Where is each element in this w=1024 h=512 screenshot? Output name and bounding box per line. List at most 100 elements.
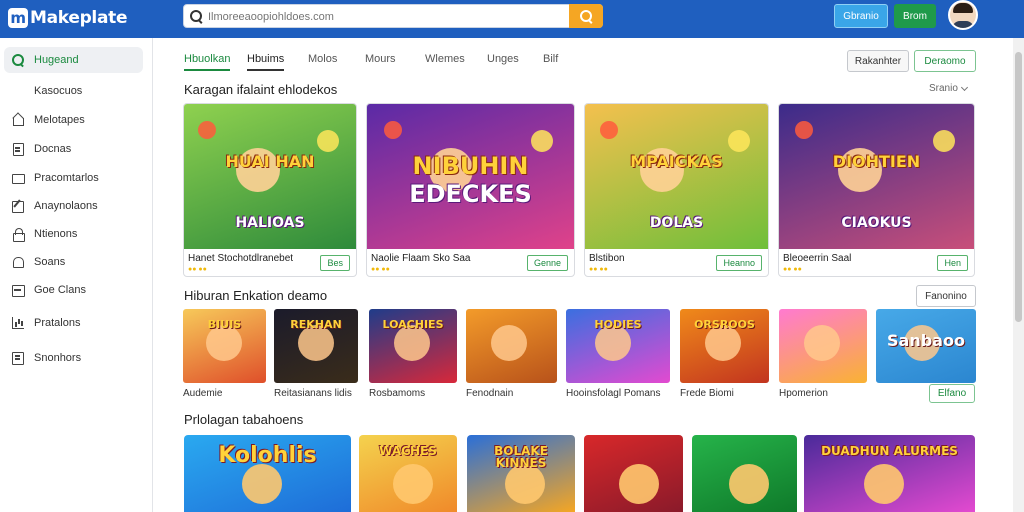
game-art-title: MPAICKAS <box>630 152 723 171</box>
game-tile[interactable]: BIUIS <box>183 309 266 383</box>
tile-art-title: BOLAKE KINNES <box>494 444 548 470</box>
tile-art-title: Sanbaoo <box>887 331 965 350</box>
tab[interactable]: Mours <box>365 53 396 71</box>
tile-label: Rosbamoms <box>369 388 426 399</box>
header-secondary-button[interactable]: Deraomo <box>914 50 976 72</box>
game-art-subtitle: HALIOAS <box>235 215 305 231</box>
sidebar-item-label: Goe Clans <box>34 284 86 296</box>
game-tile[interactable]: HODIES <box>566 309 670 383</box>
play-button[interactable]: Genne <box>526 255 568 271</box>
tile-art-title: DUADHUN ALURMES <box>821 444 958 458</box>
sidebar-item-label: Pratalons <box>34 317 81 329</box>
game-tile[interactable] <box>779 309 867 383</box>
tab[interactable]: Molos <box>308 53 337 71</box>
search-icon <box>12 54 24 66</box>
game-tile[interactable]: Sanbaoo <box>876 309 976 383</box>
chart-icon <box>12 317 24 329</box>
tile-art-title: Kolohlis <box>218 443 317 468</box>
sidebar-item-label: Soans <box>34 256 66 268</box>
game-art-title: NIBUHIN <box>412 152 529 180</box>
sidebar-item[interactable]: Docnas <box>4 136 143 162</box>
scrollbar-thumb[interactable] <box>1015 52 1022 322</box>
sidebar-item-label: Ntienons <box>34 228 78 240</box>
sidebar-item-label: Anaynolaons <box>34 200 98 212</box>
game-tile[interactable]: LOACHIES <box>369 309 457 383</box>
game-art-subtitle: DOLAS <box>649 215 704 231</box>
sidebar-item[interactable]: Soans <box>4 249 143 275</box>
game-title: Bleoeerrin Saal <box>783 253 852 264</box>
tile-label: Hooinsfolagl Pomans <box>566 388 661 399</box>
sidebar-item-label: Kasocuos <box>34 85 83 97</box>
game-art-title: HUAI HAN <box>225 152 315 171</box>
game-tile[interactable]: BOLAKE KINNES <box>467 435 575 512</box>
tab[interactable]: Hbuolkan <box>184 53 231 71</box>
tile-label: Fenodnain <box>466 388 514 399</box>
tile-art-title: ORSROOS <box>694 318 755 331</box>
sidebar-item[interactable]: Anaynolaons <box>4 193 143 219</box>
header-blue-button[interactable]: Gbranio <box>834 4 888 28</box>
blank-icon <box>12 85 24 97</box>
home-icon <box>12 114 24 126</box>
tab[interactable]: Unges <box>487 53 519 71</box>
tile-label: Hpomerion <box>779 388 828 399</box>
game-card[interactable]: MPAICKAS DOLAS Blstibon ●● ●● Heanno <box>584 103 769 277</box>
tile-art-title: REKHAN <box>290 318 342 331</box>
game-tile[interactable]: WACHES <box>359 435 457 512</box>
section-title: Prlolagan tabahoens <box>184 412 304 427</box>
section-button[interactable]: Fanonino <box>916 285 976 307</box>
play-button[interactable]: Bes <box>320 255 350 271</box>
game-thumbnail[interactable]: HUAI HAN HALIOAS <box>184 104 356 249</box>
sidebar-item[interactable]: Pratalons <box>4 310 143 336</box>
game-tile[interactable]: Kolohlis <box>184 435 351 512</box>
game-title: Blstibon <box>589 253 625 264</box>
game-card[interactable]: NIBUHIN EDECKES Naolie Flaam Sko Saa ●● ●● G… <box>366 103 575 277</box>
sidebar-item[interactable]: Hugeand <box>4 47 143 73</box>
header-action-button[interactable]: Rakanhter <box>847 50 909 72</box>
game-tile[interactable]: DUADHUN ALURMES <box>804 435 975 512</box>
sidebar-item-label: Snonhors <box>34 352 82 364</box>
header-green-button[interactable]: Brom <box>894 4 936 28</box>
game-tile[interactable] <box>584 435 683 512</box>
sidebar-item[interactable]: Ntienons <box>4 221 143 247</box>
tab[interactable]: Bilf <box>543 53 558 71</box>
rating-icon: ●● ●● <box>371 266 390 273</box>
tile-label: Reitasianans lidis <box>274 388 352 399</box>
game-tile[interactable]: ORSROOS <box>680 309 769 383</box>
play-button[interactable]: Heanno <box>716 255 762 271</box>
game-thumbnail[interactable]: NIBUHIN EDECKES <box>367 104 574 249</box>
app-logo[interactable]: m Makeplate <box>8 5 128 31</box>
sidebar-item[interactable]: Kasocuos <box>4 78 143 104</box>
search-icon <box>190 10 202 22</box>
play-button[interactable]: Hen <box>937 255 968 271</box>
game-art-title: DIOHTIEN <box>832 152 921 171</box>
sidebar-item-label: Pracomtarlos <box>34 172 99 184</box>
logo-text: Makeplate <box>30 8 128 28</box>
user-avatar[interactable] <box>948 0 978 30</box>
tab[interactable]: Hbuims <box>247 53 285 71</box>
game-tile[interactable] <box>692 435 797 512</box>
section-title: Hiburan Enkation deamo <box>184 288 328 303</box>
sidebar-item[interactable]: Pracomtarlos <box>4 165 143 191</box>
search-button[interactable] <box>569 4 603 28</box>
game-thumbnail[interactable]: DIOHTIEN CIAOKUS <box>779 104 974 249</box>
game-tile[interactable]: REKHAN <box>274 309 358 383</box>
sidebar-item[interactable]: Snonhors <box>4 345 143 371</box>
tab[interactable]: Wlemes <box>425 53 465 71</box>
sidebar-item[interactable]: Goe Clans <box>4 277 143 303</box>
game-card[interactable]: HUAI HAN HALIOAS Hanet Stochotdlranebet ●● … <box>183 103 357 277</box>
game-thumbnail[interactable]: MPAICKAS DOLAS <box>585 104 768 249</box>
sidebar-item[interactable]: Melotapes <box>4 107 143 133</box>
tile-button[interactable]: Elfano <box>929 384 975 403</box>
game-art-subtitle: EDECKES <box>409 180 532 208</box>
section-title: Karagan ifalaint ehlodekos <box>184 82 338 97</box>
game-title: Naolie Flaam Sko Saa <box>371 253 471 264</box>
game-card[interactable]: DIOHTIEN CIAOKUS Bleoeerrin Saal ●● ●● Hen <box>778 103 975 277</box>
sidebar-item-label: Melotapes <box>34 114 85 126</box>
rating-icon: ●● ●● <box>783 266 802 273</box>
game-art-subtitle: CIAOKUS <box>841 215 912 231</box>
game-tile[interactable] <box>466 309 557 383</box>
search-input[interactable] <box>208 8 548 25</box>
sidebar-item-label: Hugeand <box>34 54 79 66</box>
scrollbar[interactable] <box>1013 38 1024 512</box>
sort-dropdown[interactable]: Sranio <box>929 83 968 94</box>
